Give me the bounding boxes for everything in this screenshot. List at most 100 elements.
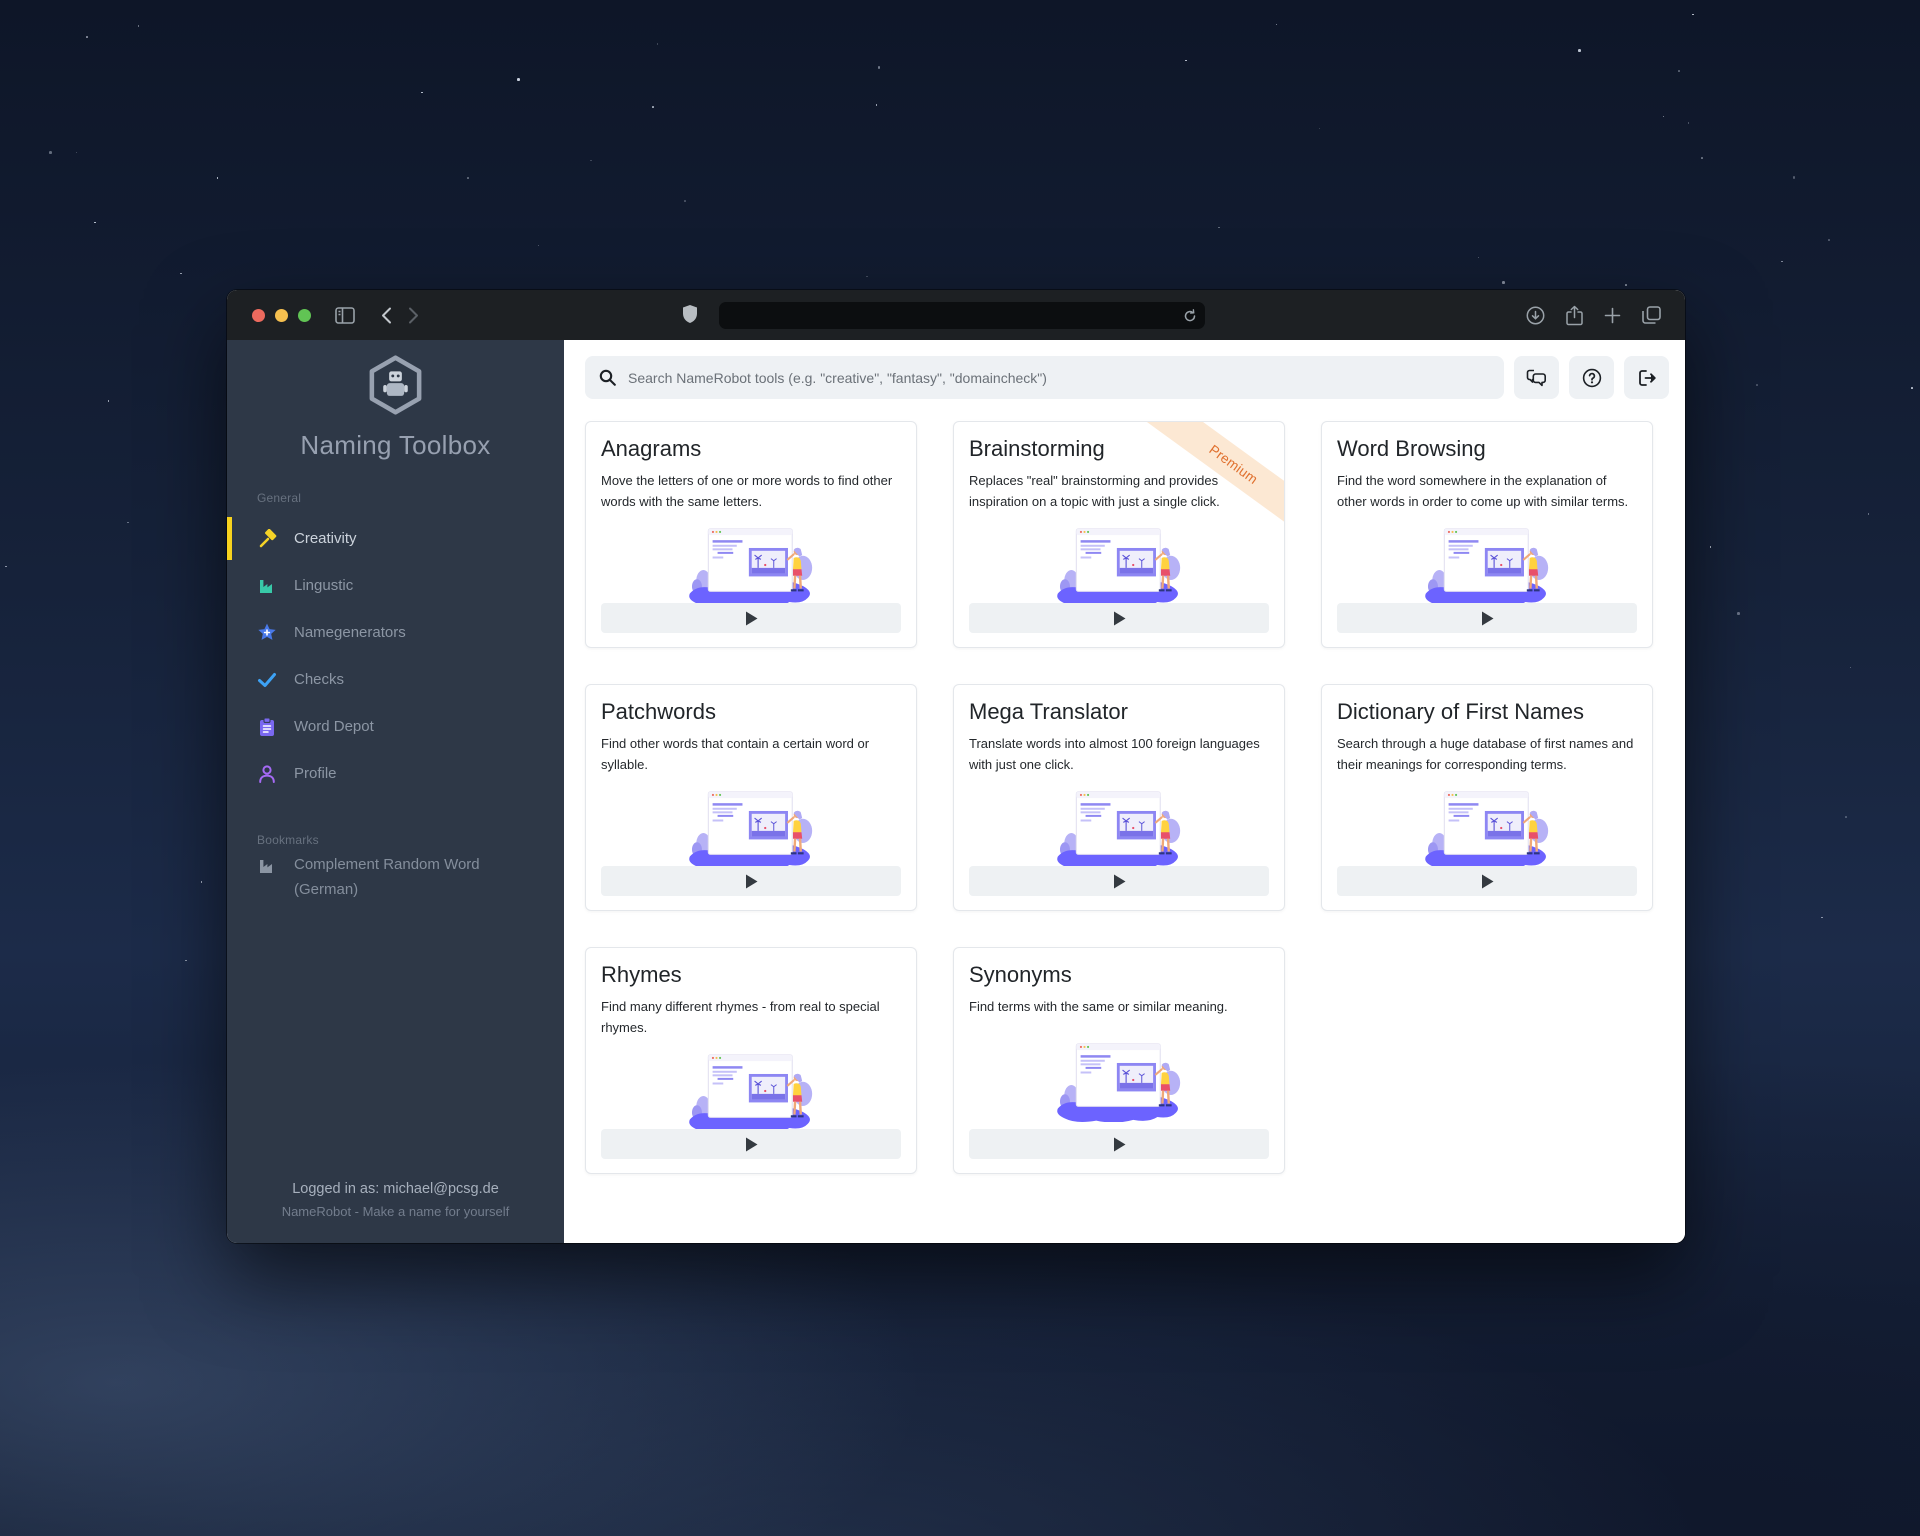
- sidebar-item-word-depot[interactable]: Word Depot: [227, 703, 564, 750]
- check-icon: [257, 670, 277, 690]
- tool-card-title: Mega Translator: [969, 699, 1269, 725]
- star: [1756, 384, 1758, 386]
- star: [1663, 116, 1665, 118]
- star: [467, 177, 469, 179]
- gavel-icon: [257, 529, 277, 549]
- star: [1319, 128, 1321, 130]
- sidebar-nav: Creativity Lingustic Namegenera: [227, 515, 564, 797]
- tool-launch-button[interactable]: [601, 1129, 901, 1159]
- search-input[interactable]: [626, 369, 1504, 387]
- tool-launch-button[interactable]: [969, 1129, 1269, 1159]
- tool-illustration: [969, 1019, 1269, 1129]
- star: [217, 177, 219, 179]
- tab-overview-icon[interactable]: [1642, 306, 1661, 324]
- address-bar[interactable]: [719, 302, 1205, 329]
- app-tagline: NameRobot - Make a name for yourself: [227, 1204, 564, 1219]
- tool-launch-button[interactable]: [969, 866, 1269, 896]
- search-icon: [599, 369, 616, 386]
- star: [1276, 24, 1278, 26]
- tool-launch-button[interactable]: [601, 866, 901, 896]
- star: [1845, 816, 1847, 818]
- star: [1678, 70, 1680, 72]
- star: [180, 273, 182, 275]
- chat-icon: [1526, 369, 1547, 387]
- close-button[interactable]: [252, 309, 265, 322]
- tool-card[interactable]: Mega Translator Translate words into alm…: [953, 684, 1285, 911]
- tool-card-description: Move the letters of one or more words to…: [601, 470, 901, 512]
- zoom-button[interactable]: [298, 309, 311, 322]
- star: [49, 151, 52, 154]
- tool-card[interactable]: Anagrams Move the letters of one or more…: [585, 421, 917, 648]
- sidebar-item-creativity[interactable]: Creativity: [227, 515, 564, 562]
- tool-launch-button[interactable]: [1337, 866, 1637, 896]
- tool-launch-button[interactable]: [1337, 603, 1637, 633]
- traffic-lights: [252, 309, 311, 322]
- tool-card[interactable]: Patchwords Find other words that contain…: [585, 684, 917, 911]
- sidebar-item-label: Word Depot: [294, 718, 374, 735]
- person-icon: [257, 764, 277, 784]
- help-icon: [1582, 368, 1602, 388]
- star: [1710, 546, 1712, 548]
- sidebar-item-lingustic[interactable]: Lingustic: [227, 562, 564, 609]
- tool-card[interactable]: Word Browsing Find the word somewhere in…: [1321, 421, 1653, 648]
- star: [657, 43, 659, 45]
- forward-button[interactable]: [408, 307, 419, 324]
- browser-window: Naming Toolbox General Creativity: [227, 290, 1685, 1243]
- star: [108, 400, 110, 402]
- sidebar-item-label: Namegenerators: [294, 624, 406, 641]
- sidebar-toggle-icon[interactable]: [335, 307, 355, 324]
- namerobot-logo-icon: [368, 355, 423, 415]
- search-row: [585, 356, 1669, 399]
- minimize-button[interactable]: [275, 309, 288, 322]
- titlebar-right-icons: [1526, 290, 1661, 340]
- browser-titlebar: [227, 290, 1685, 340]
- bookmark-item-label: Complement Random Word (German): [294, 853, 538, 903]
- star: [652, 106, 654, 108]
- play-icon: [1481, 611, 1494, 626]
- tool-search[interactable]: [585, 356, 1504, 399]
- star: [1578, 49, 1581, 52]
- tool-card[interactable]: Brainstorming Replaces "real" brainstorm…: [953, 421, 1285, 648]
- app-sidebar: Naming Toolbox General Creativity: [227, 340, 564, 1243]
- sidebar-item-checks[interactable]: Checks: [227, 656, 564, 703]
- privacy-shield-icon[interactable]: [682, 304, 698, 324]
- reload-icon[interactable]: [1183, 309, 1197, 323]
- tool-illustration: [969, 777, 1269, 866]
- address-input[interactable]: [719, 308, 1183, 323]
- feedback-button[interactable]: [1514, 356, 1559, 399]
- star: [1911, 387, 1913, 389]
- help-button[interactable]: [1569, 356, 1614, 399]
- tool-card-title: Patchwords: [601, 699, 901, 725]
- tool-launch-button[interactable]: [601, 603, 901, 633]
- star: [94, 222, 96, 224]
- play-icon: [745, 1137, 758, 1152]
- bookmark-item-complement-random-word[interactable]: Complement Random Word (German): [227, 847, 564, 903]
- logout-button[interactable]: [1624, 356, 1669, 399]
- back-button[interactable]: [381, 307, 392, 324]
- star: [590, 160, 592, 162]
- sidebar-item-label: Checks: [294, 671, 344, 688]
- sidebar-item-label: Creativity: [294, 530, 357, 547]
- star: [538, 245, 540, 247]
- sidebar-item-profile[interactable]: Profile: [227, 750, 564, 797]
- star: [1692, 14, 1694, 16]
- new-tab-icon[interactable]: [1604, 307, 1621, 324]
- play-icon: [1481, 874, 1494, 889]
- logout-icon: [1637, 368, 1657, 388]
- logged-in-as: Logged in as: michael@pcsg.de: [227, 1181, 564, 1197]
- star: [1821, 917, 1823, 919]
- tool-card-title: Dictionary of First Names: [1337, 699, 1637, 725]
- tool-card[interactable]: Synonyms Find terms with the same or sim…: [953, 947, 1285, 1174]
- star: [5, 566, 7, 568]
- star: [866, 276, 868, 278]
- play-icon: [1113, 874, 1126, 889]
- share-icon[interactable]: [1566, 305, 1583, 326]
- downloads-icon[interactable]: [1526, 306, 1545, 325]
- tool-card[interactable]: Rhymes Find many different rhymes - from…: [585, 947, 917, 1174]
- tool-illustration: [601, 514, 901, 603]
- tool-card-title: Synonyms: [969, 962, 1269, 988]
- tool-launch-button[interactable]: [969, 603, 1269, 633]
- sidebar-item-namegenerators[interactable]: Namegenerators: [227, 609, 564, 656]
- star: [1185, 60, 1187, 62]
- tool-card[interactable]: Dictionary of First Names Search through…: [1321, 684, 1653, 911]
